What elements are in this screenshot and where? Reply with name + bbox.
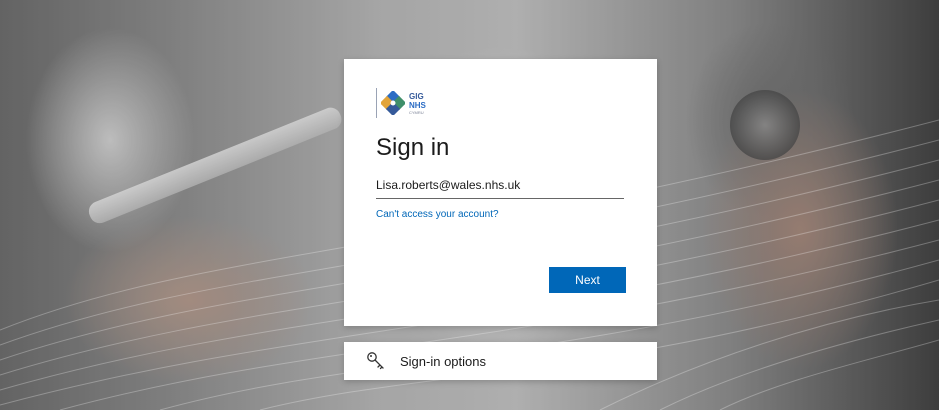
logo-divider bbox=[376, 88, 377, 118]
sign-in-options-label: Sign-in options bbox=[400, 353, 486, 369]
email-field[interactable] bbox=[376, 173, 624, 199]
cant-access-account-link[interactable]: Can't access your account? bbox=[376, 209, 499, 220]
sign-in-options-button[interactable]: Sign-in options bbox=[344, 342, 657, 380]
key-icon bbox=[367, 352, 384, 370]
nhs-wales-emblem-icon bbox=[381, 91, 405, 115]
nhs-wales-logo: GIG NHS CYMRU bbox=[376, 87, 625, 119]
logo-tagline: CYMRU bbox=[409, 109, 424, 115]
logo-line-nhs: NHS bbox=[409, 100, 426, 110]
logo-text: GIG NHS CYMRU bbox=[409, 92, 426, 115]
logo-line-gig: GIG bbox=[409, 91, 424, 101]
next-button[interactable]: Next bbox=[549, 267, 626, 293]
sign-in-card: GIG NHS CYMRU Sign in Can't access your … bbox=[344, 59, 657, 326]
page-title: Sign in bbox=[376, 134, 450, 161]
